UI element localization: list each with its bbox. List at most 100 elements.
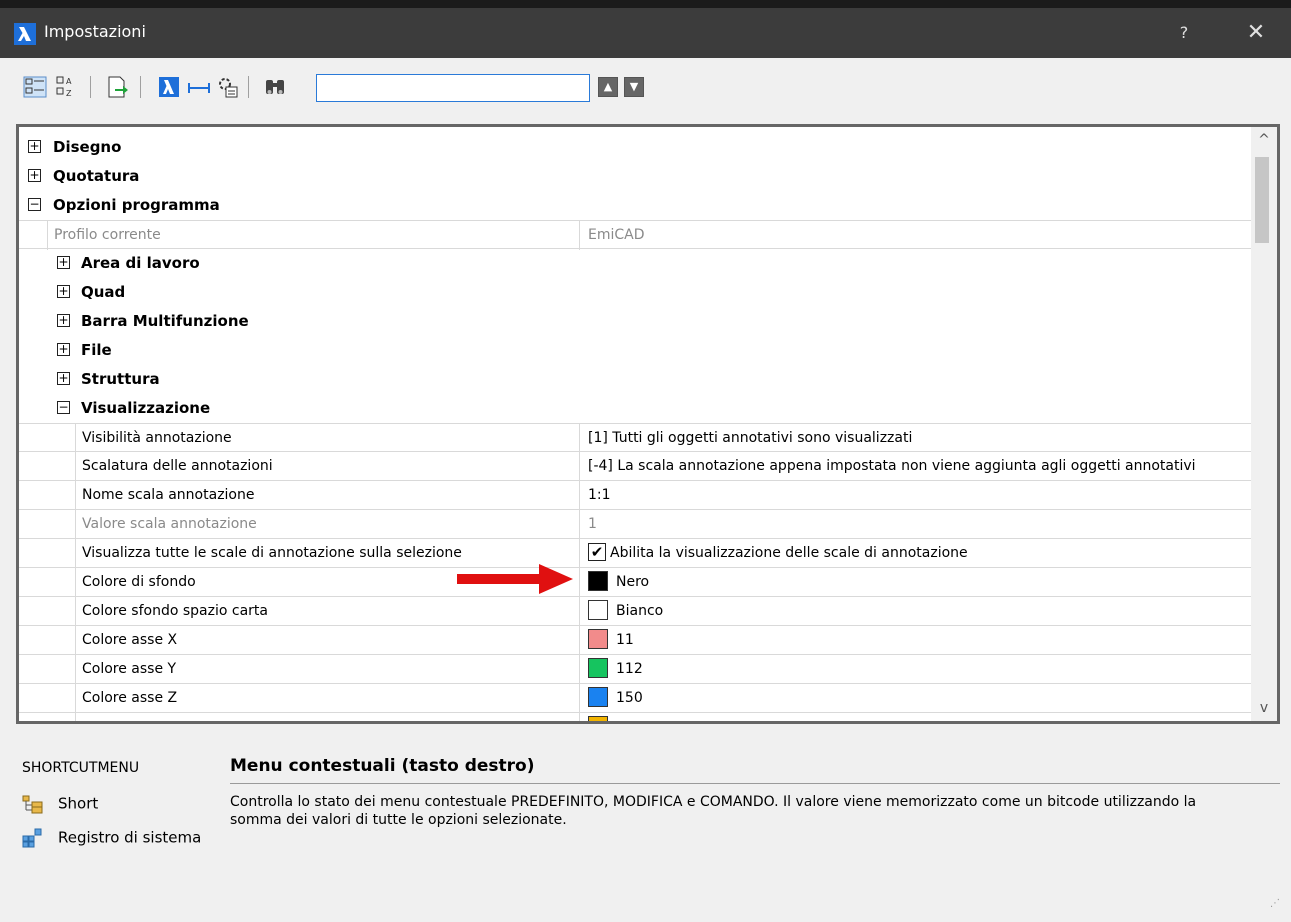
property-value[interactable]	[579, 713, 1251, 721]
red-arrow-annotation-icon	[457, 564, 573, 594]
tree-group-quad[interactable]: + Quad	[19, 278, 1251, 307]
categorized-view-icon[interactable]	[22, 74, 48, 100]
property-value[interactable]: [1] Tutti gli oggetti annotativi sono vi…	[579, 424, 1251, 453]
group-label: Quotatura	[53, 167, 140, 185]
resize-grip-icon[interactable]: ⋰	[1270, 898, 1280, 909]
shortcut-label: Registro di sistema	[58, 828, 202, 847]
color-value: 150	[616, 690, 643, 706]
search-prev-button[interactable]: ▲	[598, 77, 618, 97]
shortcut-label: Short	[58, 794, 99, 813]
width-icon[interactable]	[186, 74, 212, 100]
property-name: Valore scala annotazione	[75, 510, 579, 539]
close-button[interactable]: ✕	[1236, 16, 1276, 50]
property-row[interactable]: Colore asse Y 112	[19, 655, 1251, 684]
color-value: 112	[616, 661, 643, 677]
tree-group-file[interactable]: + File	[19, 336, 1251, 365]
svg-text:A: A	[66, 77, 72, 86]
tree-group-barra-multifunzione[interactable]: + Barra Multifunzione	[19, 307, 1251, 336]
scroll-thumb[interactable]	[1255, 157, 1269, 243]
group-label: Visualizzazione	[81, 399, 211, 417]
color-swatch	[588, 599, 608, 620]
property-name: Profilo corrente	[47, 221, 579, 250]
property-value[interactable]: 1:1	[579, 481, 1251, 510]
shortcut-item-short[interactable]: Short	[22, 794, 98, 814]
checkbox-checked-icon[interactable]: ✔	[588, 542, 606, 561]
color-swatch	[588, 686, 608, 707]
property-row[interactable]: Colore asse Z 150	[19, 684, 1251, 713]
tree-group-area-di-lavoro[interactable]: + Area di lavoro	[19, 249, 1251, 278]
expand-icon[interactable]: +	[28, 169, 41, 182]
property-row[interactable]: Nome scala annotazione 1:1	[19, 481, 1251, 510]
expand-icon[interactable]: +	[57, 372, 70, 385]
color-swatch	[588, 657, 608, 678]
description-title: Menu contestuali (tasto destro)	[230, 756, 535, 776]
expand-icon[interactable]: +	[28, 140, 41, 153]
color-swatch	[588, 628, 608, 649]
vertical-scrollbar[interactable]: ^ v	[1251, 127, 1277, 721]
property-row-profilo[interactable]: Profilo corrente EmiCAD	[19, 220, 1251, 250]
color-swatch	[588, 715, 608, 721]
color-value: Nero	[616, 574, 650, 590]
tree-group-struttura[interactable]: + Struttura	[19, 365, 1251, 394]
app-logo-icon	[14, 23, 36, 45]
search-next-button[interactable]: ▼	[624, 77, 644, 97]
settings-gear-icon[interactable]	[214, 74, 240, 100]
property-name	[75, 713, 579, 721]
group-label: Quad	[81, 283, 126, 301]
property-value: 1	[579, 510, 1251, 539]
tree-group-quotatura[interactable]: + Quotatura	[19, 162, 1251, 191]
color-value: Bianco	[616, 603, 664, 619]
property-value[interactable]: ✔ Abilita la visualizzazione delle scale …	[579, 539, 1251, 568]
description-text: Controlla lo stato dei menu contestuale …	[230, 794, 1197, 828]
export-icon[interactable]	[104, 74, 130, 100]
property-row[interactable]: Colore di sfondo Nero	[19, 568, 1251, 597]
toolbar-separator	[248, 76, 249, 98]
property-row[interactable]: Scalatura delle annotazioni [-4] La scal…	[19, 452, 1251, 481]
window-title: Impostazioni	[44, 22, 146, 41]
property-name: Nome scala annotazione	[75, 481, 579, 510]
property-row[interactable]: Visibilità annotazione [1] Tutti gli ogg…	[19, 423, 1251, 453]
checkbox-label: Abilita la visualizzazione delle scale d…	[610, 545, 968, 561]
property-name: Scalatura delle annotazioni	[75, 452, 579, 481]
group-label: File	[81, 341, 112, 359]
settings-tree: + Disegno + Quotatura − Opzioni programm…	[16, 124, 1280, 724]
bricscad-icon[interactable]	[156, 74, 182, 100]
group-label: Struttura	[81, 370, 160, 388]
expand-icon[interactable]: +	[57, 343, 70, 356]
property-row[interactable]	[19, 713, 1251, 721]
sort-az-icon[interactable]: AZ	[54, 74, 80, 100]
property-value[interactable]: 112	[579, 655, 1251, 684]
property-value[interactable]: Bianco	[579, 597, 1251, 626]
help-button[interactable]: ?	[1168, 16, 1200, 50]
search-input[interactable]	[316, 74, 590, 102]
property-value[interactable]: Nero	[579, 568, 1251, 597]
tree-group-disegno[interactable]: + Disegno	[19, 133, 1251, 162]
description-panel: SHORTCUTMENU Short Registro di sistema M…	[0, 730, 1291, 922]
shortcut-item-registry[interactable]: Registro di sistema	[22, 828, 201, 848]
expand-icon[interactable]: +	[57, 285, 70, 298]
property-name: Colore sfondo spazio carta	[75, 597, 579, 626]
property-row: Valore scala annotazione 1	[19, 510, 1251, 539]
property-row[interactable]: Colore asse X 11	[19, 626, 1251, 655]
property-row[interactable]: Colore sfondo spazio carta Bianco	[19, 597, 1251, 626]
shortcut-title: SHORTCUTMENU	[22, 760, 140, 776]
group-label: Opzioni programma	[53, 196, 220, 214]
binoculars-icon[interactable]	[262, 74, 288, 100]
svg-text:Z: Z	[66, 89, 72, 98]
expand-icon[interactable]: +	[57, 256, 70, 269]
group-label: Disegno	[53, 138, 122, 156]
tree-group-visualizzazione[interactable]: − Visualizzazione	[19, 394, 1251, 423]
property-value[interactable]: [-4] La scala annotazione appena imposta…	[579, 452, 1251, 481]
scroll-down-button[interactable]: v	[1251, 695, 1277, 721]
collapse-icon[interactable]: −	[28, 198, 41, 211]
property-value[interactable]: 11	[579, 626, 1251, 655]
toolbar-separator	[140, 76, 141, 98]
color-swatch	[588, 570, 608, 591]
property-value[interactable]: 150	[579, 684, 1251, 713]
scroll-up-button[interactable]: ^	[1251, 127, 1277, 153]
property-value: EmiCAD	[579, 221, 1251, 250]
expand-icon[interactable]: +	[57, 314, 70, 327]
property-row[interactable]: Visualizza tutte le scale di annotazione…	[19, 539, 1251, 568]
collapse-icon[interactable]: −	[57, 401, 70, 414]
tree-group-opzioni-programma[interactable]: − Opzioni programma	[19, 191, 1251, 220]
